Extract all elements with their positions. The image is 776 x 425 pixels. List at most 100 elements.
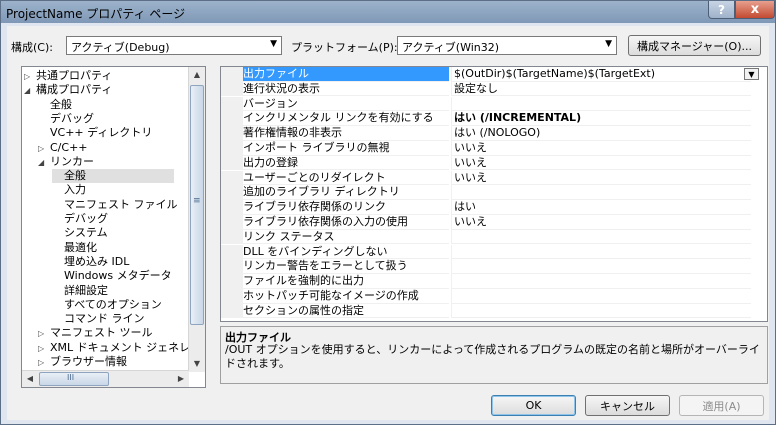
tree-item[interactable]: ◢ 構成プロパティ — [24, 83, 174, 97]
category-tree[interactable]: ▷ 共通プロパティ ◢ 構成プロパティ 全般 デバッグ VC++ ディレクトリ ▷ C/C++ ◢… — [21, 66, 206, 388]
property-row[interactable]: セクションの属性の指定 — [221, 303, 767, 319]
cancel-button[interactable]: キャンセル — [585, 395, 670, 416]
window-title: ProjectName プロパティ ページ — [6, 7, 186, 21]
scroll-right-icon[interactable]: ▶ — [173, 371, 189, 387]
property-value[interactable] — [451, 289, 751, 304]
tree-item[interactable]: マニフェスト ファイル — [52, 198, 178, 212]
tree-item[interactable]: 埋め込み IDL — [52, 255, 174, 269]
tree-item[interactable]: 詳細設定 — [52, 284, 174, 298]
property-row[interactable]: 追加のライブラリ ディレクトリ — [221, 185, 767, 200]
scroll-down-icon[interactable]: ▼ — [189, 356, 205, 372]
property-value[interactable]: はい (/NOLOGO) — [451, 126, 751, 141]
property-row[interactable]: 著作権情報の非表示 はい (/NOLOGO) — [221, 126, 767, 141]
property-value[interactable]: $(OutDir)$(TargetName)$(TargetExt) — [451, 67, 751, 82]
property-value[interactable]: はい (/INCREMENTAL) — [451, 111, 751, 126]
apply-button[interactable]: 適用(A) — [679, 395, 764, 416]
property-value[interactable]: いいえ — [451, 155, 751, 171]
property-name: リンク ステータス — [243, 230, 449, 245]
property-name: 著作権情報の非表示 — [243, 126, 449, 141]
property-value[interactable] — [451, 96, 751, 112]
property-row[interactable]: ユーザーごとのリダイレクト いいえ — [221, 170, 767, 186]
tree-item[interactable]: ◢ リンカー — [38, 155, 174, 169]
collapsed-arrow-icon[interactable]: ▷ — [38, 342, 50, 356]
tree-item-label: 最適化 — [64, 240, 97, 254]
property-value[interactable] — [451, 185, 751, 200]
tree-vertical-scrollbar[interactable]: ▲ ≡ ▼ — [188, 67, 205, 372]
tree-item[interactable]: 全般 — [52, 169, 174, 184]
ok-button[interactable]: OK — [491, 395, 576, 416]
property-row[interactable]: 出力の登録 いいえ — [221, 155, 767, 171]
close-button[interactable]: x — [735, 1, 775, 19]
property-row[interactable]: 進行状況の表示 設定なし — [221, 81, 767, 97]
tree-item[interactable]: ▷ XML ドキュメント ジェネレ — [38, 341, 190, 356]
property-name: DLL をバインディングしない — [243, 245, 449, 260]
expanded-arrow-icon[interactable]: ◢ — [24, 84, 36, 98]
property-value[interactable]: 設定なし — [451, 81, 751, 97]
tree-item-label: システム — [64, 226, 108, 240]
collapsed-arrow-icon[interactable]: ▷ — [38, 327, 50, 341]
expanded-arrow-icon[interactable]: ◢ — [38, 156, 50, 170]
tree-item[interactable]: ▷ C/C++ — [38, 141, 174, 155]
collapsed-arrow-icon[interactable]: ▷ — [24, 70, 36, 84]
property-grid[interactable]: 出力ファイル $(OutDir)$(TargetName)$(TargetExt)… — [220, 66, 768, 322]
collapsed-arrow-icon[interactable]: ▷ — [38, 142, 50, 156]
property-row[interactable]: バージョン — [221, 96, 767, 112]
property-value[interactable]: はい — [451, 200, 751, 215]
scroll-left-icon[interactable]: ◀ — [22, 371, 38, 387]
tree-item[interactable]: システム — [52, 226, 174, 240]
tree-item[interactable]: デバッグ — [38, 112, 174, 126]
tree-horizontal-scrollbar[interactable]: ◀ III ▶ — [22, 370, 189, 387]
tree-item-label: ブラウザー情報 — [50, 355, 127, 368]
property-value[interactable] — [451, 303, 751, 319]
property-row[interactable]: DLL をバインディングしない — [221, 244, 767, 260]
tree-item[interactable]: すべてのオプション — [52, 298, 174, 312]
help-button[interactable]: ? — [708, 1, 735, 19]
tree-item[interactable]: 入力 — [52, 183, 174, 197]
property-value[interactable]: いいえ — [451, 170, 751, 186]
row-gutter — [221, 259, 243, 274]
property-row[interactable]: ライブラリ依存関係のリンク はい — [221, 200, 767, 215]
tree-item[interactable]: 全般 — [38, 98, 174, 112]
property-row[interactable]: ファイルを強制的に出力 — [221, 274, 767, 289]
property-row[interactable]: ライブラリ依存関係の入力の使用 いいえ — [221, 215, 767, 230]
config-manager-button[interactable]: 構成マネージャー(O)... — [628, 35, 761, 56]
tree-item[interactable]: Windows メタデータ — [52, 269, 174, 283]
property-name: インクリメンタル リンクを有効にする — [243, 111, 449, 126]
collapsed-arrow-icon[interactable]: ▷ — [38, 356, 50, 370]
property-row[interactable]: リンク ステータス — [221, 229, 767, 245]
property-name: リンカー警告をエラーとして扱う — [243, 259, 449, 274]
scroll-thumb[interactable]: III — [39, 372, 109, 386]
property-row[interactable]: ホットパッチ可能なイメージの作成 — [221, 289, 767, 304]
property-row[interactable]: 出力ファイル $(OutDir)$(TargetName)$(TargetExt)… — [221, 67, 767, 82]
tree-item[interactable]: コマンド ライン — [52, 312, 174, 326]
tree-item[interactable]: 最適化 — [52, 241, 174, 255]
property-value[interactable]: いいえ — [451, 141, 751, 156]
scroll-up-icon[interactable]: ▲ — [189, 67, 205, 83]
value-dropdown-icon[interactable]: ▼ — [744, 68, 759, 80]
tree-item[interactable]: デバッグ — [52, 212, 174, 226]
row-gutter — [221, 289, 243, 304]
property-value[interactable] — [451, 229, 751, 245]
property-row[interactable]: リンカー警告をエラーとして扱う — [221, 259, 767, 274]
scroll-thumb[interactable]: ≡ — [190, 85, 204, 325]
description-panel: 出力ファイル /OUT オプションを使用すると、リンカーによって作成されるプログ… — [220, 326, 768, 384]
tree-item-label: 入力 — [64, 183, 86, 197]
property-row[interactable]: インクリメンタル リンクを有効にする はい (/INCREMENTAL) — [221, 111, 767, 126]
property-row[interactable]: インポート ライブラリの無視 いいえ — [221, 141, 767, 156]
property-value[interactable] — [451, 244, 751, 260]
tree-item-label: XML ドキュメント ジェネレ — [50, 340, 191, 354]
row-gutter — [221, 155, 243, 171]
grip-icon: ≡ — [193, 196, 201, 206]
tree-item[interactable]: VC++ ディレクトリ — [38, 126, 174, 140]
config-combo[interactable]: アクティブ(Debug) ▼ — [66, 36, 282, 55]
tree-item[interactable]: ▷ ブラウザー情報 — [38, 355, 174, 369]
property-name: ホットパッチ可能なイメージの作成 — [243, 289, 449, 304]
platform-combo[interactable]: アクティブ(Win32) ▼ — [397, 36, 617, 55]
property-value[interactable] — [451, 274, 751, 289]
title-bar[interactable]: ProjectName プロパティ ページ ? x — [1, 1, 775, 23]
tree-item[interactable]: ▷ マニフェスト ツール — [38, 326, 174, 340]
property-value[interactable]: いいえ — [451, 215, 751, 230]
property-value[interactable] — [451, 259, 751, 274]
tree-item[interactable]: ▷ 共通プロパティ — [24, 69, 174, 83]
chevron-down-icon: ▼ — [270, 39, 277, 49]
